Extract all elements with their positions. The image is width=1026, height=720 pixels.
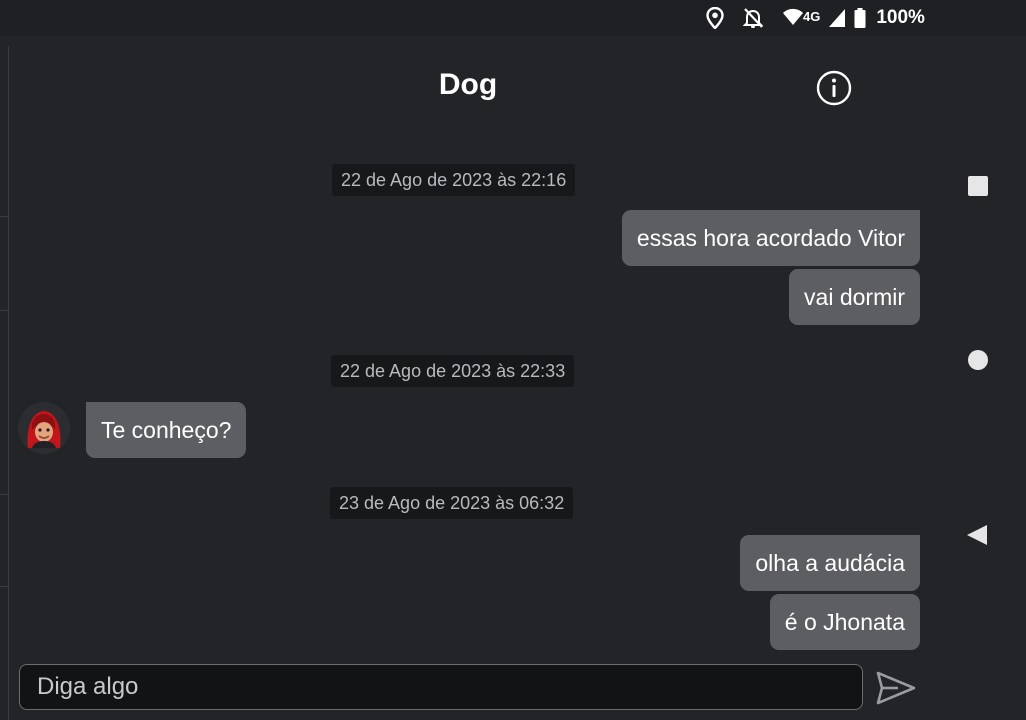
avatar-image xyxy=(18,402,70,454)
wifi-4g-icon: 4G xyxy=(782,8,820,28)
network-type: 4G xyxy=(803,9,821,24)
info-button[interactable] xyxy=(816,70,852,106)
message-input[interactable] xyxy=(19,664,863,710)
rail-divider xyxy=(0,494,8,495)
location-icon xyxy=(706,7,724,29)
rail-divider xyxy=(0,586,8,587)
outgoing-message-bubble[interactable]: vai dormir xyxy=(789,269,920,325)
contact-avatar[interactable] xyxy=(18,402,70,454)
status-icons: 4G 100% xyxy=(706,6,925,30)
chat-title: Dog xyxy=(438,68,498,101)
battery-level: 100% xyxy=(876,7,925,28)
home-circle-icon[interactable] xyxy=(967,349,989,371)
back-triangle-icon[interactable] xyxy=(965,523,989,547)
notifications-off-icon xyxy=(742,7,764,29)
message-timestamp: 22 de Ago de 2023 às 22:33 xyxy=(331,355,575,387)
left-rail xyxy=(0,46,9,720)
outgoing-message-bubble[interactable]: olha a audácia xyxy=(740,535,920,591)
battery-icon xyxy=(854,8,866,28)
incoming-message-bubble[interactable]: Te conheço? xyxy=(86,402,247,458)
rail-divider xyxy=(0,216,8,217)
outgoing-message-bubble[interactable]: essas hora acordado Vitor xyxy=(621,210,920,266)
message-timestamp: 23 de Ago de 2023 às 06:32 xyxy=(330,487,574,519)
status-bar: 4G 100% xyxy=(0,0,1026,36)
outgoing-message-bubble[interactable]: é o Jhonata xyxy=(769,594,920,650)
recents-square-icon[interactable] xyxy=(967,175,989,197)
info-circle-icon xyxy=(816,70,852,106)
message-timestamp: 22 de Ago de 2023 às 22:16 xyxy=(332,164,576,196)
send-icon xyxy=(876,671,916,705)
send-button[interactable] xyxy=(876,670,916,706)
rail-divider xyxy=(0,310,8,311)
signal-icon xyxy=(828,8,846,28)
